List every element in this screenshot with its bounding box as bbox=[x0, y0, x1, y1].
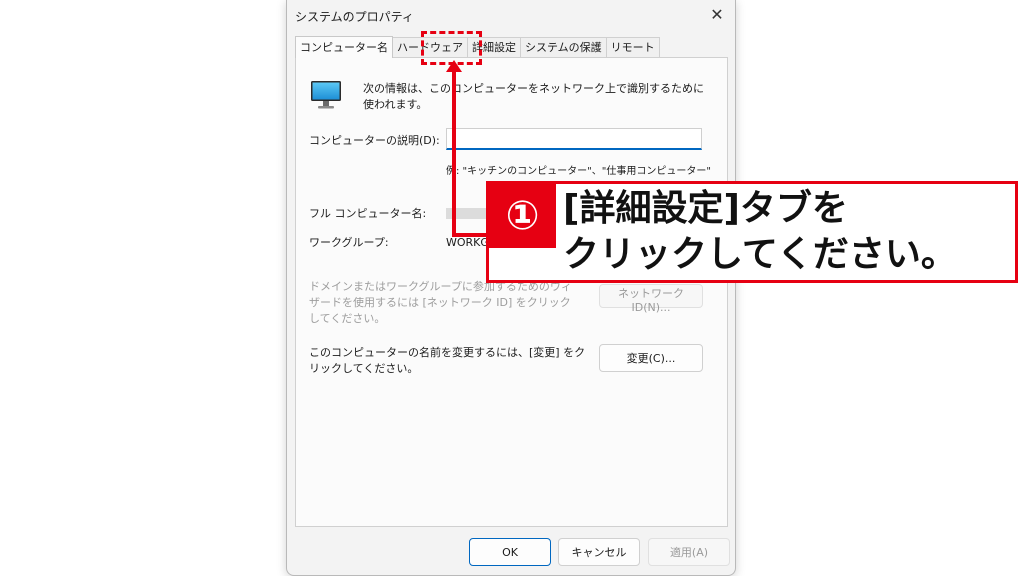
change-button[interactable]: 変更(C)... bbox=[599, 344, 703, 372]
step-number: ① bbox=[489, 184, 556, 248]
description-input[interactable] bbox=[446, 128, 702, 150]
annotation-arrow-line bbox=[452, 68, 456, 236]
domain-text: ドメインまたはワークグループに参加するためのウィザードを使用するには [ネットワ… bbox=[309, 280, 572, 325]
annotation-arrow-connector bbox=[452, 233, 488, 237]
info-text: 次の情報は、このコンピューターをネットワーク上で識別するために使われます。 bbox=[363, 82, 704, 111]
window-title: システムのプロパティ bbox=[295, 10, 414, 24]
close-icon[interactable]: ✕ bbox=[705, 4, 729, 26]
system-properties-dialog: システムのプロパティ ✕ コンピューター名 ハードウェア 詳細設定 システムの保… bbox=[286, 0, 736, 576]
tab-system-protection[interactable]: システムの保護 bbox=[520, 37, 607, 57]
instruction-line-2: クリックしてください。 bbox=[563, 234, 957, 275]
tab-computer-name[interactable]: コンピューター名 bbox=[295, 36, 393, 58]
rename-text: このコンピューターの名前を変更するには、[変更] をクリックしてください。 bbox=[309, 346, 586, 375]
tab-remote[interactable]: リモート bbox=[605, 37, 660, 57]
workgroup-label: ワークグループ: bbox=[309, 236, 389, 249]
instruction-line-1: [詳細設定]タブを bbox=[563, 188, 848, 229]
apply-button[interactable]: 適用(A) bbox=[648, 538, 730, 566]
ok-button[interactable]: OK bbox=[469, 538, 551, 566]
full-name-label: フル コンピューター名: bbox=[309, 207, 427, 220]
tab-panel: 次の情報は、このコンピューターをネットワーク上で識別するために使われます。 コン… bbox=[295, 57, 728, 527]
instruction-callout: ① [詳細設定]タブを クリックしてください。 bbox=[486, 181, 1018, 283]
description-label: コンピューターの説明(D): bbox=[309, 134, 440, 147]
monitor-icon bbox=[311, 81, 341, 109]
example-text: 例: "キッチンのコンピューター"、"仕事用コンピューター" bbox=[446, 166, 711, 177]
network-id-button[interactable]: ネットワーク ID(N)... bbox=[599, 284, 703, 314]
workgroup-value: WORKG bbox=[446, 236, 489, 249]
cancel-button[interactable]: キャンセル bbox=[558, 538, 640, 566]
